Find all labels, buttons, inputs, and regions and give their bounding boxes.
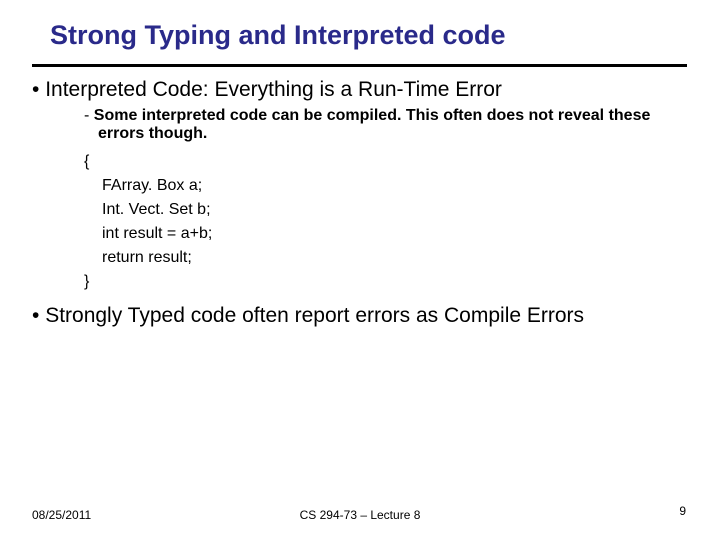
bullet-interpreted-code: Interpreted Code: Everything is a Run-Ti… xyxy=(32,78,692,101)
slide: Strong Typing and Interpreted code Inter… xyxy=(0,0,720,540)
code-line-1: FArray. Box a; xyxy=(84,174,692,198)
code-line-4: return result; xyxy=(84,246,692,270)
code-line-3: int result = a+b; xyxy=(84,222,692,246)
code-block: { FArray. Box a; Int. Vect. Set b; int r… xyxy=(84,150,692,294)
footer-course: CS 294-73 – Lecture 8 xyxy=(0,508,720,522)
code-brace-open: { xyxy=(84,150,692,174)
bullet-strongly-typed: Strongly Typed code often report errors … xyxy=(32,304,692,327)
code-brace-close: } xyxy=(84,270,692,294)
slide-content: Interpreted Code: Everything is a Run-Ti… xyxy=(32,78,692,333)
slide-title: Strong Typing and Interpreted code xyxy=(50,20,506,51)
title-underline xyxy=(32,64,687,67)
subbullet-compiled-note: Some interpreted code can be compiled. T… xyxy=(84,107,692,144)
code-line-2: Int. Vect. Set b; xyxy=(84,198,692,222)
footer-page-number: 9 xyxy=(679,504,686,518)
